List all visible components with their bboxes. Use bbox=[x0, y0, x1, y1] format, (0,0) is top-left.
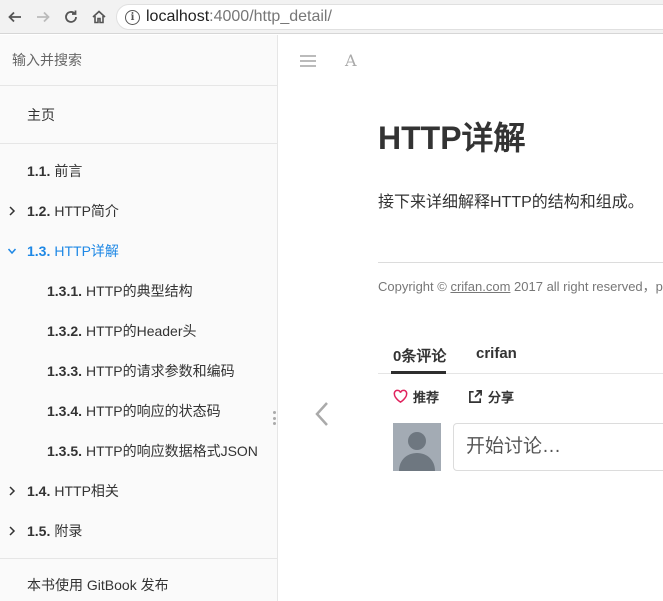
url-host: localhost bbox=[146, 8, 210, 25]
sidebar-item-number: 1.4. bbox=[27, 483, 51, 499]
tab-site[interactable]: crifan bbox=[476, 345, 517, 362]
sidebar: 主页 1.1. 前言 1.2. HTTP简介 1.3. HTTP详解 1.3.1… bbox=[0, 35, 278, 601]
chevron-right-icon[interactable] bbox=[8, 525, 16, 537]
sidebar-item-label: HTTP的请求参数和编码 bbox=[86, 363, 235, 379]
sidebar-resize-handle[interactable] bbox=[272, 411, 276, 425]
sidebar-item-label: HTTP的响应数据格式JSON bbox=[86, 443, 258, 459]
sidebar-item-label: HTTP相关 bbox=[54, 483, 119, 499]
sidebar-item-number: 1.3.1. bbox=[47, 283, 83, 299]
sidebar-item-1-2[interactable]: 1.2. HTTP简介 bbox=[0, 197, 277, 225]
sidebar-item-label: HTTP的Header头 bbox=[86, 323, 197, 339]
copyright-text: Copyright © crifan.com 2017 all right re… bbox=[378, 276, 663, 295]
sidebar-item-label: HTTP详解 bbox=[54, 243, 119, 259]
sidebar-item-1-3-4[interactable]: 1.3.4. HTTP的响应的状态码 bbox=[0, 397, 277, 425]
sidebar-footer-label: 本书使用 GitBook 发布 bbox=[27, 577, 169, 593]
sidebar-item-1-3[interactable]: 1.3. HTTP详解 bbox=[0, 237, 277, 265]
content-divider bbox=[378, 262, 663, 263]
heart-icon bbox=[393, 389, 408, 404]
info-icon[interactable]: i bbox=[125, 9, 140, 25]
like-label: 推荐 bbox=[413, 390, 440, 405]
sidebar-item-number: 1.3. bbox=[27, 243, 51, 259]
forward-icon[interactable] bbox=[32, 6, 54, 28]
sidebar-item-1-1[interactable]: 1.1. 前言 bbox=[0, 157, 277, 185]
sidebar-item-1-4[interactable]: 1.4. HTTP相关 bbox=[0, 477, 277, 505]
font-settings-icon[interactable]: A bbox=[345, 51, 357, 70]
active-tab-indicator bbox=[391, 371, 446, 374]
chevron-right-icon[interactable] bbox=[8, 205, 16, 217]
sidebar-item-home[interactable]: 主页 bbox=[0, 101, 277, 129]
sidebar-item-1-3-2[interactable]: 1.3.2. HTTP的Header头 bbox=[0, 317, 277, 345]
sidebar-item-label: 前言 bbox=[54, 163, 83, 179]
sidebar-item-number: 1.3.3. bbox=[47, 363, 83, 379]
copyright-link[interactable]: crifan.com bbox=[450, 279, 510, 294]
gitbook-link[interactable]: 本书使用 GitBook 发布 bbox=[0, 571, 277, 599]
sidebar-item-1-3-1[interactable]: 1.3.1. HTTP的典型结构 bbox=[0, 277, 277, 305]
page-title: HTTP详解 bbox=[378, 120, 526, 156]
sidebar-item-number: 1.5. bbox=[27, 523, 51, 539]
divider bbox=[0, 558, 277, 559]
sidebar-item-number: 1.3.2. bbox=[47, 323, 83, 339]
share-icon bbox=[469, 390, 482, 403]
copyright-suffix: 2017 all right reserved，pow bbox=[510, 279, 663, 294]
sidebar-item-1-5[interactable]: 1.5. 附录 bbox=[0, 517, 277, 545]
reload-icon[interactable] bbox=[60, 6, 82, 28]
sidebar-item-number: 1.3.5. bbox=[47, 443, 83, 459]
address-bar[interactable]: i localhost:4000/http_detail/ bbox=[116, 4, 663, 30]
divider bbox=[0, 143, 277, 144]
sidebar-item-label: HTTP简介 bbox=[54, 203, 119, 219]
tab-comments[interactable]: 0条评论 bbox=[393, 345, 446, 366]
browser-toolbar: i localhost:4000/http_detail/ bbox=[0, 0, 663, 34]
share-button[interactable]: 分享 bbox=[468, 387, 514, 406]
comment-input[interactable] bbox=[453, 423, 663, 471]
page-paragraph: 接下来详细解释HTTP的结构和组成。 bbox=[378, 194, 644, 211]
menu-icon[interactable] bbox=[300, 54, 316, 72]
share-label: 分享 bbox=[488, 390, 515, 405]
sidebar-item-number: 1.2. bbox=[27, 203, 51, 219]
sidebar-item-label: 附录 bbox=[54, 523, 83, 539]
sidebar-item-number: 1.3.4. bbox=[47, 403, 83, 419]
previous-page-icon[interactable] bbox=[312, 400, 334, 428]
back-icon[interactable] bbox=[4, 6, 26, 28]
search-input[interactable] bbox=[0, 35, 277, 86]
sidebar-item-label: HTTP的典型结构 bbox=[86, 283, 193, 299]
sidebar-item-1-3-5[interactable]: 1.3.5. HTTP的响应数据格式JSON bbox=[0, 437, 277, 465]
chevron-right-icon[interactable] bbox=[8, 485, 16, 497]
copyright-prefix: Copyright © bbox=[378, 279, 451, 294]
url-path: :4000/http_detail/ bbox=[209, 8, 332, 25]
home-icon[interactable] bbox=[88, 6, 110, 28]
chevron-down-icon[interactable] bbox=[8, 245, 16, 257]
avatar bbox=[393, 423, 441, 471]
sidebar-item-number: 1.1. bbox=[27, 163, 51, 179]
sidebar-item-1-3-3[interactable]: 1.3.3. HTTP的请求参数和编码 bbox=[0, 357, 277, 385]
sidebar-item-label: 主页 bbox=[27, 107, 55, 123]
like-button[interactable]: 推荐 bbox=[393, 387, 439, 406]
sidebar-item-label: HTTP的响应的状态码 bbox=[86, 403, 221, 419]
